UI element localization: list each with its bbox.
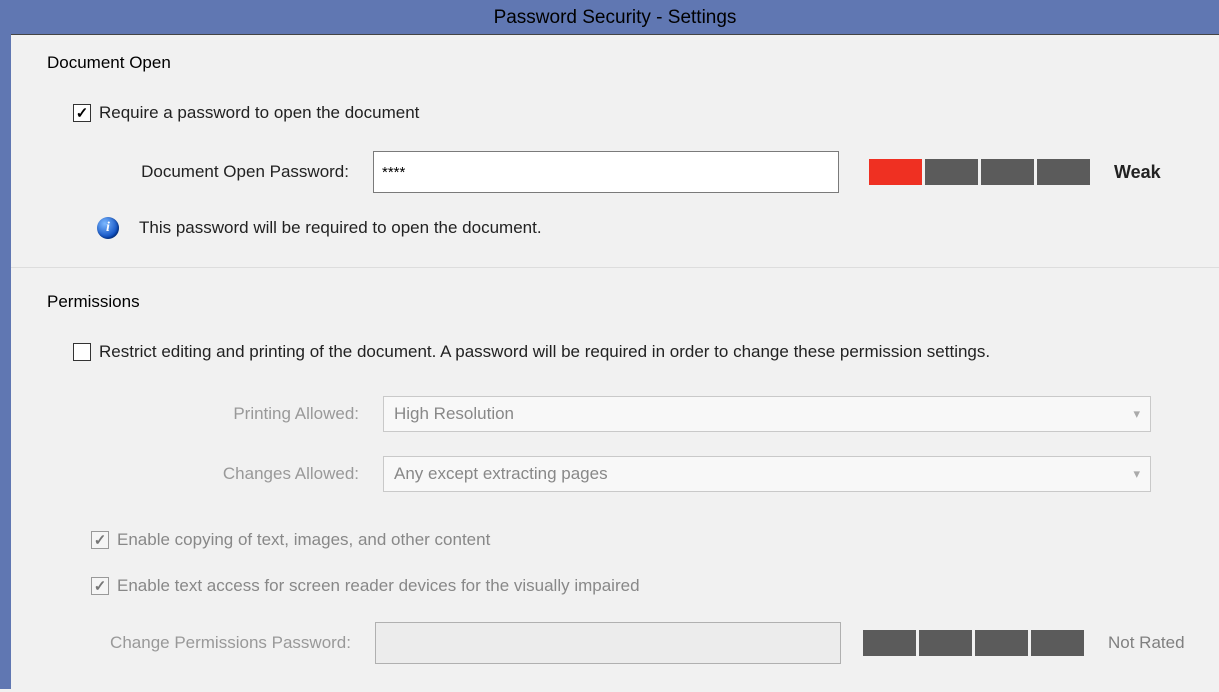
window-titlebar: Password Security - Settings — [11, 0, 1219, 35]
dialog-content: Document Open Require a password to open… — [11, 35, 1219, 692]
strength-seg-3 — [975, 630, 1028, 656]
enable-access-checkbox — [91, 577, 109, 595]
printing-allowed-label: Printing Allowed: — [83, 404, 383, 424]
section-title-permissions: Permissions — [11, 292, 1219, 342]
permissions-password-strength-text: Not Rated — [1108, 633, 1185, 653]
open-password-strength-meter — [869, 159, 1090, 185]
changes-allowed-select: Any except extracting pages ▾ — [383, 456, 1151, 492]
changes-allowed-value: Any except extracting pages — [394, 464, 608, 484]
enable-access-row: Enable text access for screen reader dev… — [11, 576, 1219, 596]
strength-seg-3 — [981, 159, 1034, 185]
enable-access-label: Enable text access for screen reader dev… — [117, 576, 640, 596]
changes-allowed-row: Changes Allowed: Any except extracting p… — [11, 456, 1219, 492]
printing-allowed-row: Printing Allowed: High Resolution ▾ — [11, 396, 1219, 432]
document-open-password-label: Document Open Password: — [83, 162, 373, 182]
chevron-down-icon: ▾ — [1133, 406, 1140, 422]
section-document-open: Document Open Require a password to open… — [11, 53, 1219, 268]
window-title: Password Security - Settings — [494, 7, 737, 28]
open-password-strength-text: Weak — [1114, 162, 1161, 183]
enable-copying-label: Enable copying of text, images, and othe… — [117, 530, 490, 550]
open-password-info-text: This password will be required to open t… — [139, 218, 542, 238]
strength-seg-1 — [869, 159, 922, 185]
enable-copying-row: Enable copying of text, images, and othe… — [11, 530, 1219, 550]
document-open-password-input[interactable] — [373, 151, 839, 193]
change-permissions-password-row: Change Permissions Password: Not Rated — [11, 622, 1219, 664]
strength-seg-2 — [925, 159, 978, 185]
require-password-label: Require a password to open the document — [99, 103, 419, 123]
require-password-checkbox[interactable] — [73, 104, 91, 122]
change-permissions-password-label: Change Permissions Password: — [79, 633, 375, 653]
chevron-down-icon: ▾ — [1133, 466, 1140, 482]
restrict-editing-row: Restrict editing and printing of the doc… — [11, 342, 1219, 362]
section-permissions: Permissions Restrict editing and printin… — [11, 268, 1219, 692]
require-password-row: Require a password to open the document — [11, 103, 1219, 123]
strength-seg-4 — [1037, 159, 1090, 185]
change-permissions-password-input — [375, 622, 841, 664]
restrict-editing-checkbox[interactable] — [73, 343, 91, 361]
strength-seg-1 — [863, 630, 916, 656]
open-password-info-row: i This password will be required to open… — [11, 217, 1219, 239]
enable-copying-checkbox — [91, 531, 109, 549]
strength-seg-4 — [1031, 630, 1084, 656]
restrict-editing-label: Restrict editing and printing of the doc… — [99, 342, 990, 362]
strength-seg-2 — [919, 630, 972, 656]
section-title-document-open: Document Open — [11, 53, 1219, 103]
permissions-password-strength-meter — [863, 630, 1084, 656]
printing-allowed-select: High Resolution ▾ — [383, 396, 1151, 432]
document-open-password-row: Document Open Password: Weak — [11, 151, 1219, 193]
printing-allowed-value: High Resolution — [394, 404, 514, 424]
info-icon: i — [97, 217, 119, 239]
changes-allowed-label: Changes Allowed: — [83, 464, 383, 484]
